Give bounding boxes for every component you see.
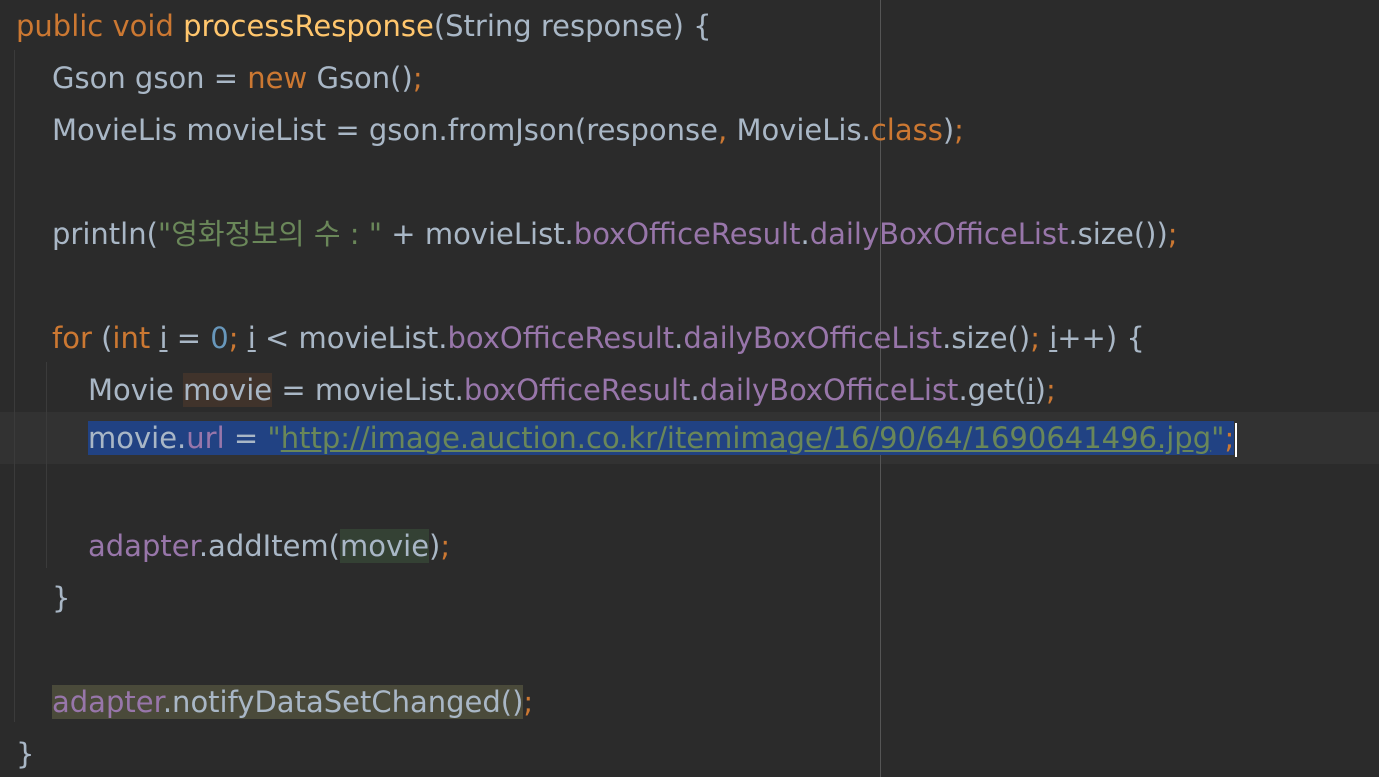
text-caret [1235, 423, 1238, 457]
string-literal: "영화정보의 수 : " [157, 217, 383, 251]
additem-call: .addItem( [198, 529, 340, 563]
movie-object: movie. [88, 421, 187, 455]
indent-guide-for [46, 362, 47, 568]
keyword-for: for [52, 321, 92, 355]
code-line-7[interactable]: for (int i = 0; i < movieList.boxOfficeR… [52, 312, 1145, 364]
assign: = [167, 321, 211, 355]
keyword-void: void [112, 9, 174, 43]
code-line-2[interactable]: Gson gson = new Gson(); [52, 52, 423, 104]
number-zero: 0 [210, 321, 229, 355]
loop-variable-i: i [159, 321, 168, 355]
gson-declaration: Gson gson = [52, 61, 248, 95]
gson-constructor-call: Gson() [307, 61, 413, 95]
url-link[interactable]: http://image.auction.co.kr/itemimage/16/… [281, 421, 1211, 455]
semicolon: ; [440, 529, 451, 563]
concat-expression: + movieList. [382, 217, 574, 251]
code-line-15[interactable]: } [16, 728, 34, 777]
closing-brace: } [16, 737, 35, 771]
field-boxofficeresult: boxOfficeResult [447, 321, 675, 355]
close-paren: ) [942, 113, 955, 147]
close-paren: ) [1034, 373, 1046, 407]
comma: , [718, 113, 728, 147]
movie-argument: movie [339, 529, 430, 563]
assign: = [224, 421, 268, 455]
code-line-9-selected[interactable]: movie.url = "http://image.auction.co.kr/… [88, 412, 1238, 464]
dot: . [800, 217, 810, 251]
semicolon: ; [1030, 321, 1040, 355]
closing-brace: } [52, 581, 71, 615]
keyword-public: public [16, 9, 104, 43]
quote-close: " [1211, 421, 1225, 455]
notify-statement-highlight: adapter.notifyDataSetChanged() [52, 685, 524, 719]
code-line-12[interactable]: } [52, 572, 70, 624]
quote-open: " [267, 421, 281, 455]
type-reference: MovieLis. [727, 113, 871, 147]
method-name: processResponse [183, 9, 434, 43]
size-call: .size() [942, 321, 1031, 355]
text-selection[interactable]: movie.url = "http://image.auction.co.kr/… [88, 421, 1235, 455]
semicolon: ; [1045, 373, 1056, 407]
size-call: .size()) [1068, 217, 1168, 251]
field-boxofficeresult: boxOfficeResult [573, 217, 801, 251]
code-line-1[interactable]: public void processResponse(String respo… [16, 0, 712, 52]
code-line-11[interactable]: adapter.addItem(movie); [88, 520, 450, 572]
movie-variable: movie [183, 373, 273, 407]
code-line-3[interactable]: MovieLis movieList = gson.fromJson(respo… [52, 104, 964, 156]
field-dailyboxofficelist: dailyBoxOfficeList [699, 373, 959, 407]
dot: . [690, 373, 700, 407]
movie-type: Movie [88, 373, 184, 407]
paren-open: ( [91, 321, 113, 355]
method-params: (String response) { [433, 9, 712, 43]
semicolon: ; [1224, 421, 1235, 455]
close-paren: ) [429, 529, 441, 563]
keyword-class: class [870, 113, 943, 147]
println-call: println( [52, 217, 158, 251]
assign-expression: = movieList. [272, 373, 464, 407]
semicolon: ; [228, 321, 239, 355]
code-line-14[interactable]: adapter.notifyDataSetChanged(); [52, 676, 533, 728]
indent-guide-method [14, 50, 15, 722]
loop-increment: ++) { [1057, 321, 1145, 355]
loop-variable-i: i [1026, 373, 1035, 407]
keyword-int: int [112, 321, 151, 355]
field-boxofficeresult: boxOfficeResult [463, 373, 691, 407]
semicolon: ; [1167, 217, 1178, 251]
code-line-5[interactable]: println("영화정보의 수 : " + movieList.boxOffi… [52, 208, 1178, 260]
semicolon: ; [954, 113, 964, 147]
field-dailyboxofficelist: dailyBoxOfficeList [683, 321, 943, 355]
movielist-declaration: MovieLis movieList = gson.fromJson(respo… [52, 113, 719, 147]
loop-variable-i: i [247, 321, 256, 355]
field-url: url [186, 421, 225, 455]
keyword-new: new [247, 61, 308, 95]
loop-condition: < movieList. [255, 321, 448, 355]
dot: . [674, 321, 684, 355]
field-adapter: adapter [88, 529, 199, 563]
code-line-8[interactable]: Movie movie = movieList.boxOfficeResult.… [88, 364, 1056, 416]
code-editor[interactable]: public void processResponse(String respo… [0, 0, 1379, 777]
semicolon: ; [523, 685, 534, 719]
field-adapter: adapter [52, 685, 163, 719]
field-dailyboxofficelist: dailyBoxOfficeList [809, 217, 1069, 251]
semicolon: ; [412, 61, 423, 95]
get-call: .get( [958, 373, 1027, 407]
notify-call: .notifyDataSetChanged() [162, 685, 524, 719]
